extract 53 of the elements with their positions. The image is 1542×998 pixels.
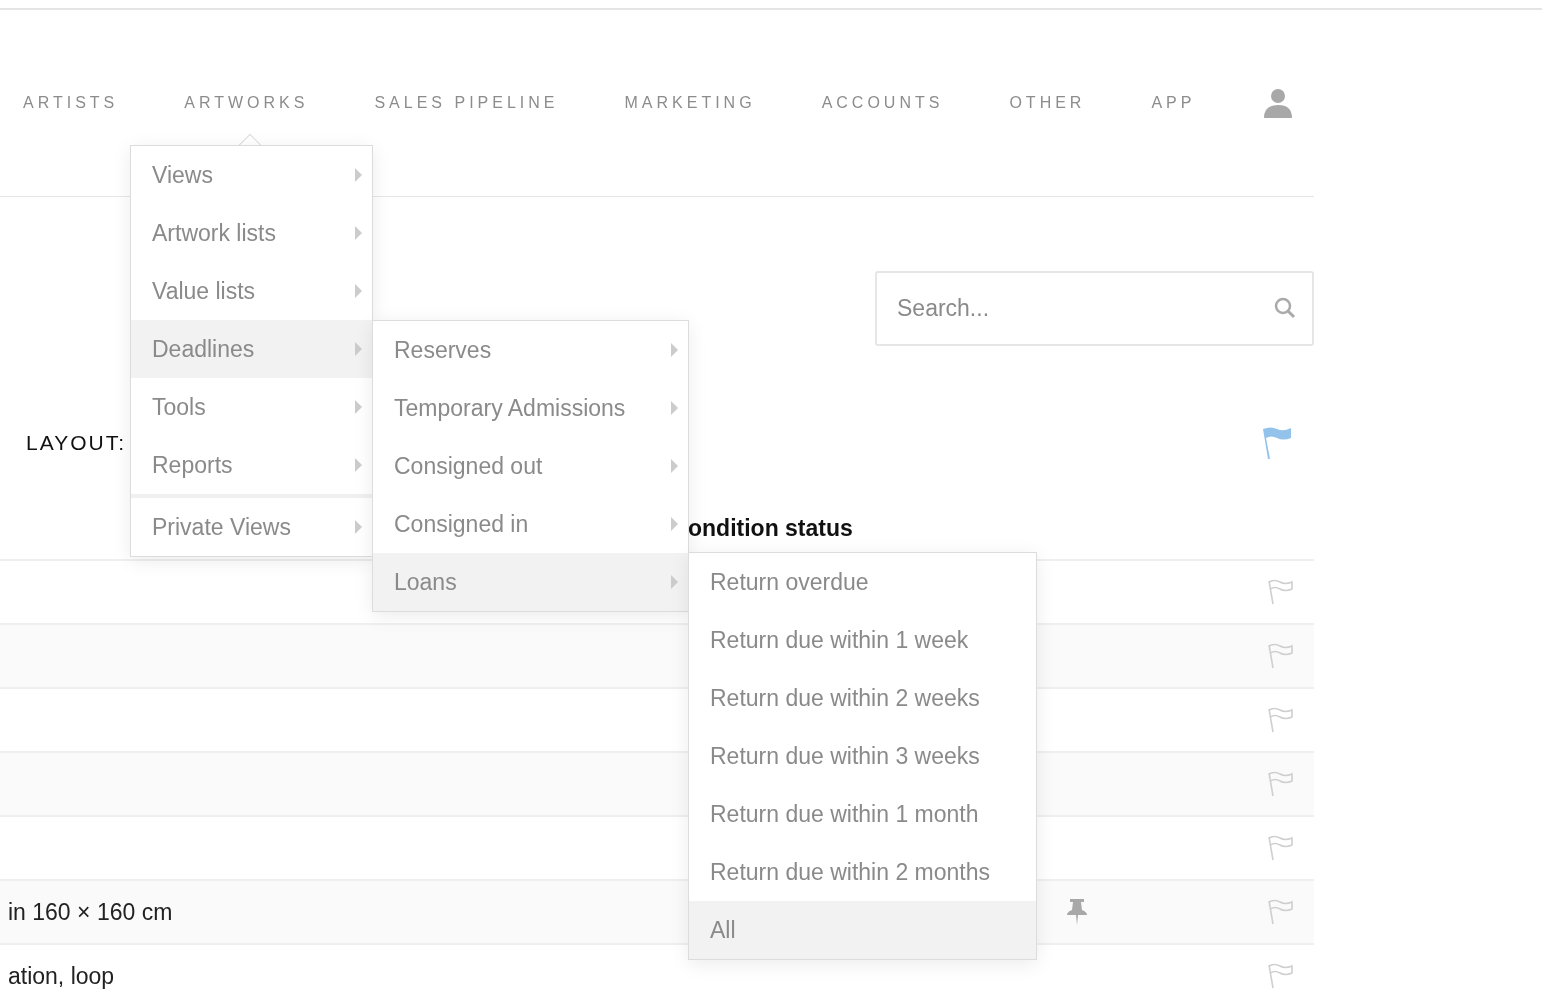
nav-tab[interactable]: OTHER	[1009, 91, 1086, 115]
submenu-arrow-icon	[671, 343, 678, 357]
search-icon[interactable]	[1274, 297, 1296, 319]
menu-item[interactable]: Return due within 3 weeks	[689, 727, 1036, 785]
menu-item[interactable]: Views	[131, 146, 372, 204]
layout-label: LAYOUT:	[26, 430, 126, 457]
submenu-arrow-icon	[671, 517, 678, 531]
menu-item[interactable]: Artwork lists	[131, 204, 372, 262]
submenu-arrow-icon	[671, 401, 678, 415]
nav-tab[interactable]: ACCOUNTS	[821, 91, 944, 115]
menu-item[interactable]: Temporary Admissions	[373, 379, 688, 437]
table-cell: ation, loop	[8, 962, 115, 989]
submenu-arrow-icon	[355, 168, 362, 182]
submenu-arrow-icon	[671, 575, 678, 589]
menu-item[interactable]: Return due within 2 months	[689, 843, 1036, 901]
menu-item[interactable]: Reserves	[373, 321, 688, 379]
flag-outline-icon[interactable]	[1266, 898, 1294, 926]
flag-outline-icon[interactable]	[1266, 834, 1294, 862]
flag-icon[interactable]	[1261, 426, 1293, 460]
submenu-arrow-icon	[355, 284, 362, 298]
submenu-arrow-icon	[671, 459, 678, 473]
menu-item[interactable]: Consigned in	[373, 495, 688, 553]
submenu-arrow-icon	[355, 342, 362, 356]
submenu-arrow-icon	[355, 458, 362, 472]
menu-item[interactable]: Loans	[373, 553, 688, 611]
search-field[interactable]: Search...	[875, 271, 1314, 346]
nav-tab[interactable]: ARTWORKS	[184, 91, 309, 115]
nav-tab[interactable]: APP	[1151, 91, 1196, 115]
submenu-arrow-icon	[355, 400, 362, 414]
nav-tab[interactable]: ARTISTS	[23, 91, 119, 115]
column-header: ondition status	[688, 513, 853, 543]
flag-outline-icon[interactable]	[1266, 706, 1294, 734]
nav-tab[interactable]: MARKETING	[624, 91, 756, 115]
menu-item[interactable]: Private Views	[131, 494, 372, 556]
menu-item[interactable]: Return due within 2 weeks	[689, 669, 1036, 727]
nav-tab[interactable]: SALES PIPELINE	[374, 91, 559, 115]
flag-outline-icon[interactable]	[1266, 578, 1294, 606]
menu-item[interactable]: Return due within 1 week	[689, 611, 1036, 669]
menu-item[interactable]: Return due within 1 month	[689, 785, 1036, 843]
submenu-arrow-icon	[355, 520, 362, 534]
user-icon[interactable]	[1263, 88, 1294, 118]
flag-outline-icon[interactable]	[1266, 962, 1294, 990]
menu-item[interactable]: Tools	[131, 378, 372, 436]
menu-item[interactable]: Deadlines	[131, 320, 372, 378]
submenu-arrow-icon	[355, 226, 362, 240]
table-cell: in 160 × 160 cm	[8, 898, 173, 925]
menu-item[interactable]: Consigned out	[373, 437, 688, 495]
menu-item[interactable]: Value lists	[131, 262, 372, 320]
flag-outline-icon[interactable]	[1266, 642, 1294, 670]
menu-item[interactable]: All	[689, 901, 1036, 959]
flag-outline-icon[interactable]	[1266, 770, 1294, 798]
menu-item[interactable]: Return overdue	[689, 553, 1036, 611]
menu-item[interactable]: Reports	[131, 436, 372, 494]
